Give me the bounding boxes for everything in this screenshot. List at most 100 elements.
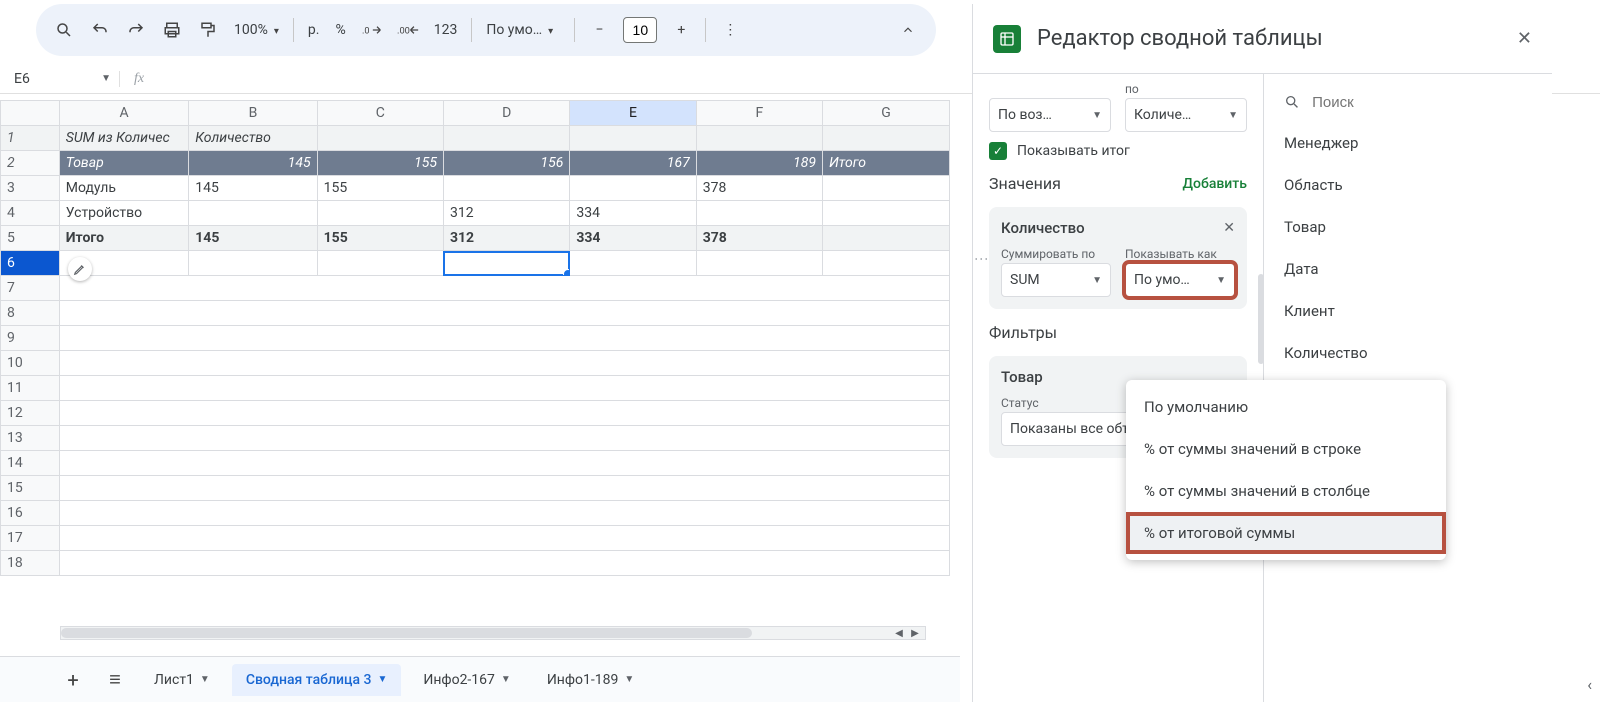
scroll-right-icon[interactable]: ▶ [907,627,923,639]
cell[interactable] [59,401,949,426]
cell[interactable] [59,526,949,551]
cell[interactable]: 155 [317,176,443,201]
row-header[interactable]: 8 [1,301,60,326]
row-header[interactable]: 4 [1,201,60,226]
cell[interactable] [189,201,317,226]
zoom-select[interactable]: 100% [228,22,285,38]
sort-order-select[interactable]: По воз… ▼ [989,98,1111,132]
cell[interactable] [189,251,317,276]
tab-sheet1[interactable]: Лист1▼ [140,664,224,696]
decrease-decimals-icon[interactable]: .0 [356,14,388,46]
cell[interactable]: 145 [189,226,317,251]
show-totals-checkbox[interactable]: ✓ Показывать итог [989,142,1247,160]
menu-item-pct-col[interactable]: % от суммы значений в столбце [1126,470,1446,512]
cell[interactable]: 334 [570,201,696,226]
cell[interactable] [317,201,443,226]
cell[interactable]: 378 [696,176,822,201]
search-icon[interactable] [48,14,80,46]
menu-item-pct-row[interactable]: % от суммы значений в строке [1126,428,1446,470]
tab-info1[interactable]: Инфо1-189▼ [533,664,648,696]
col-header-f[interactable]: F [696,101,822,126]
tab-pivot3[interactable]: Сводная таблица 3▼ [232,664,402,696]
field-item[interactable]: Область [1284,164,1542,206]
cell[interactable]: 145 [189,151,317,176]
row-header[interactable]: 10 [1,351,60,376]
row-header[interactable]: 16 [1,501,60,526]
scrollbar-thumb[interactable] [61,628,752,638]
row-header[interactable]: 3 [1,176,60,201]
row-header[interactable]: 5 [1,226,60,251]
sort-by-select[interactable]: Количе… ▼ [1125,98,1247,132]
cell[interactable] [823,251,950,276]
cell[interactable] [570,251,696,276]
cell[interactable] [823,126,950,151]
all-sheets-icon[interactable]: ≡ [98,667,132,692]
scroll-left-icon[interactable]: ◀ [891,627,907,639]
summarize-by-select[interactable]: SUM ▼ [1001,263,1111,297]
cell[interactable]: 312 [443,226,569,251]
cell[interactable] [59,476,949,501]
cell[interactable] [443,126,569,151]
tab-info2[interactable]: Инфо2-167▼ [409,664,524,696]
cell[interactable]: Количество [189,126,317,151]
cell[interactable] [570,126,696,151]
cell[interactable] [59,501,949,526]
undo-icon[interactable] [84,14,116,46]
col-header-a[interactable]: A [59,101,188,126]
font-size-input[interactable] [623,17,657,43]
cell[interactable] [59,351,949,376]
add-sheet-icon[interactable]: + [56,668,90,692]
cell[interactable] [696,251,822,276]
cell[interactable] [696,126,822,151]
select-all-corner[interactable] [1,101,60,126]
col-header-d[interactable]: D [443,101,569,126]
row-header[interactable]: 11 [1,376,60,401]
cell[interactable]: Устройство [59,201,188,226]
field-item[interactable]: Дата [1284,248,1542,290]
menu-item-pct-grand[interactable]: % от итоговой суммы [1126,512,1446,554]
field-item[interactable]: Товар [1284,206,1542,248]
row-header[interactable]: 6 [1,251,60,276]
cell[interactable] [443,176,569,201]
percent-button[interactable]: % [329,22,351,38]
cell[interactable]: Итого [823,151,950,176]
cell[interactable] [823,201,950,226]
redo-icon[interactable] [120,14,152,46]
cell[interactable] [823,226,950,251]
cell[interactable]: 155 [317,151,443,176]
col-header-e[interactable]: E [570,101,696,126]
row-header[interactable]: 1 [1,126,60,151]
row-header[interactable]: 17 [1,526,60,551]
field-item[interactable]: Менеджер [1284,122,1542,164]
cell[interactable]: 156 [443,151,569,176]
active-cell[interactable] [443,251,569,276]
field-search-input[interactable] [1310,93,1542,112]
cell[interactable]: Товар [59,151,188,176]
remove-icon[interactable]: ✕ [1223,220,1235,236]
cell[interactable] [59,451,949,476]
row-header[interactable]: 7 [1,276,60,301]
cell[interactable]: 189 [696,151,822,176]
spreadsheet-grid[interactable]: A B C D E F G 1 SUM из Количес Количеств… [0,100,950,640]
collapse-right-icon[interactable]: ‹ [1587,675,1592,694]
field-search[interactable] [1284,82,1542,122]
cell[interactable] [317,126,443,151]
number-format-button[interactable]: 123 [428,22,464,38]
cell[interactable] [59,426,949,451]
cell[interactable] [696,201,822,226]
cell[interactable]: 167 [570,151,696,176]
more-icon[interactable]: ⋮ [714,14,746,46]
cell[interactable]: 312 [443,201,569,226]
cell[interactable] [59,376,949,401]
row-header[interactable]: 14 [1,451,60,476]
close-icon[interactable]: ✕ [1517,28,1532,49]
col-header-g[interactable]: G [823,101,950,126]
currency-button[interactable]: р. [302,22,326,38]
increase-decimals-icon[interactable]: .00 [392,14,424,46]
cell[interactable] [317,251,443,276]
cell[interactable] [59,276,949,301]
cell[interactable]: SUM из Количес [59,126,188,151]
cell[interactable]: Итого [59,226,188,251]
cell[interactable]: Модуль [59,176,188,201]
add-value-button[interactable]: Добавить [1183,176,1247,192]
